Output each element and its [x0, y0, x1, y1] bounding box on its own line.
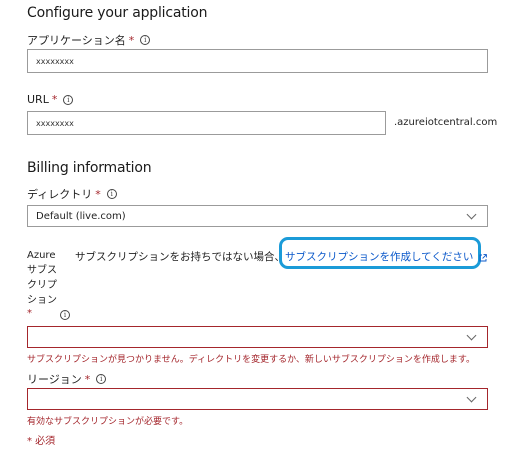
region-label: リージョン * i — [27, 371, 107, 387]
region-select[interactable] — [27, 388, 488, 410]
url-label: URL * i — [27, 93, 74, 106]
subscription-label-line: クリプ — [27, 280, 57, 291]
url-input[interactable]: xxxxxxxx — [27, 111, 386, 135]
info-icon[interactable]: i — [63, 94, 74, 105]
subscription-label-line: Azure — [27, 250, 56, 261]
app-name-input[interactable]: xxxxxxxx — [27, 49, 488, 73]
required-marker: * — [128, 33, 135, 47]
info-icon[interactable]: i — [60, 310, 70, 320]
required-fields-note: * 必須 — [27, 436, 56, 447]
required-marker: * — [95, 187, 101, 201]
no-subscription-hint: サブスクリプションをお持ちではない場合、 — [75, 251, 285, 263]
external-link-glyph — [479, 254, 487, 262]
required-marker: * — [84, 372, 91, 386]
required-marker: * — [27, 308, 32, 319]
subscription-select[interactable] — [27, 326, 488, 348]
subscription-error-message: サブスクリプションが見つかりません。ディレクトリを変更するか、新しいサブスクリプ… — [27, 355, 476, 365]
url-label-text: URL — [27, 93, 49, 106]
directory-label: ディレクトリ * i — [27, 186, 117, 202]
info-icon[interactable]: i — [140, 35, 151, 45]
subscription-label-line: ション — [27, 295, 57, 306]
chevron-down-icon — [466, 392, 477, 402]
info-icon[interactable]: i — [106, 189, 117, 199]
chevron-down-icon — [466, 209, 477, 219]
app-name-value: xxxxxxxx — [36, 56, 74, 66]
directory-selected-value: Default (live.com) — [36, 210, 126, 222]
configure-section-title: Configure your application — [27, 5, 208, 21]
url-domain-suffix: .azureiotcentral.com — [394, 117, 498, 128]
directory-label-text: ディレクトリ — [27, 188, 93, 201]
app-name-label: アプリケーション名 * i — [27, 32, 151, 48]
info-icon[interactable]: i — [96, 374, 107, 384]
url-value: xxxxxxxx — [36, 118, 74, 128]
external-link-icon[interactable] — [479, 247, 487, 262]
chevron-down-icon — [466, 330, 477, 340]
subscription-label: Azure サブス クリプ ション — [27, 248, 63, 308]
region-label-text: リージョン — [27, 373, 82, 386]
app-name-label-text: アプリケーション名 — [27, 34, 126, 47]
required-marker: * — [51, 93, 58, 106]
region-error-message: 有効なサブスクリプションが必要です。 — [27, 417, 189, 427]
create-subscription-link[interactable]: サブスクリプションを作成してください — [285, 249, 473, 264]
billing-section-title: Billing information — [27, 160, 152, 176]
directory-select[interactable]: Default (live.com) — [27, 205, 488, 227]
subscription-label-line: サブス — [27, 265, 57, 276]
